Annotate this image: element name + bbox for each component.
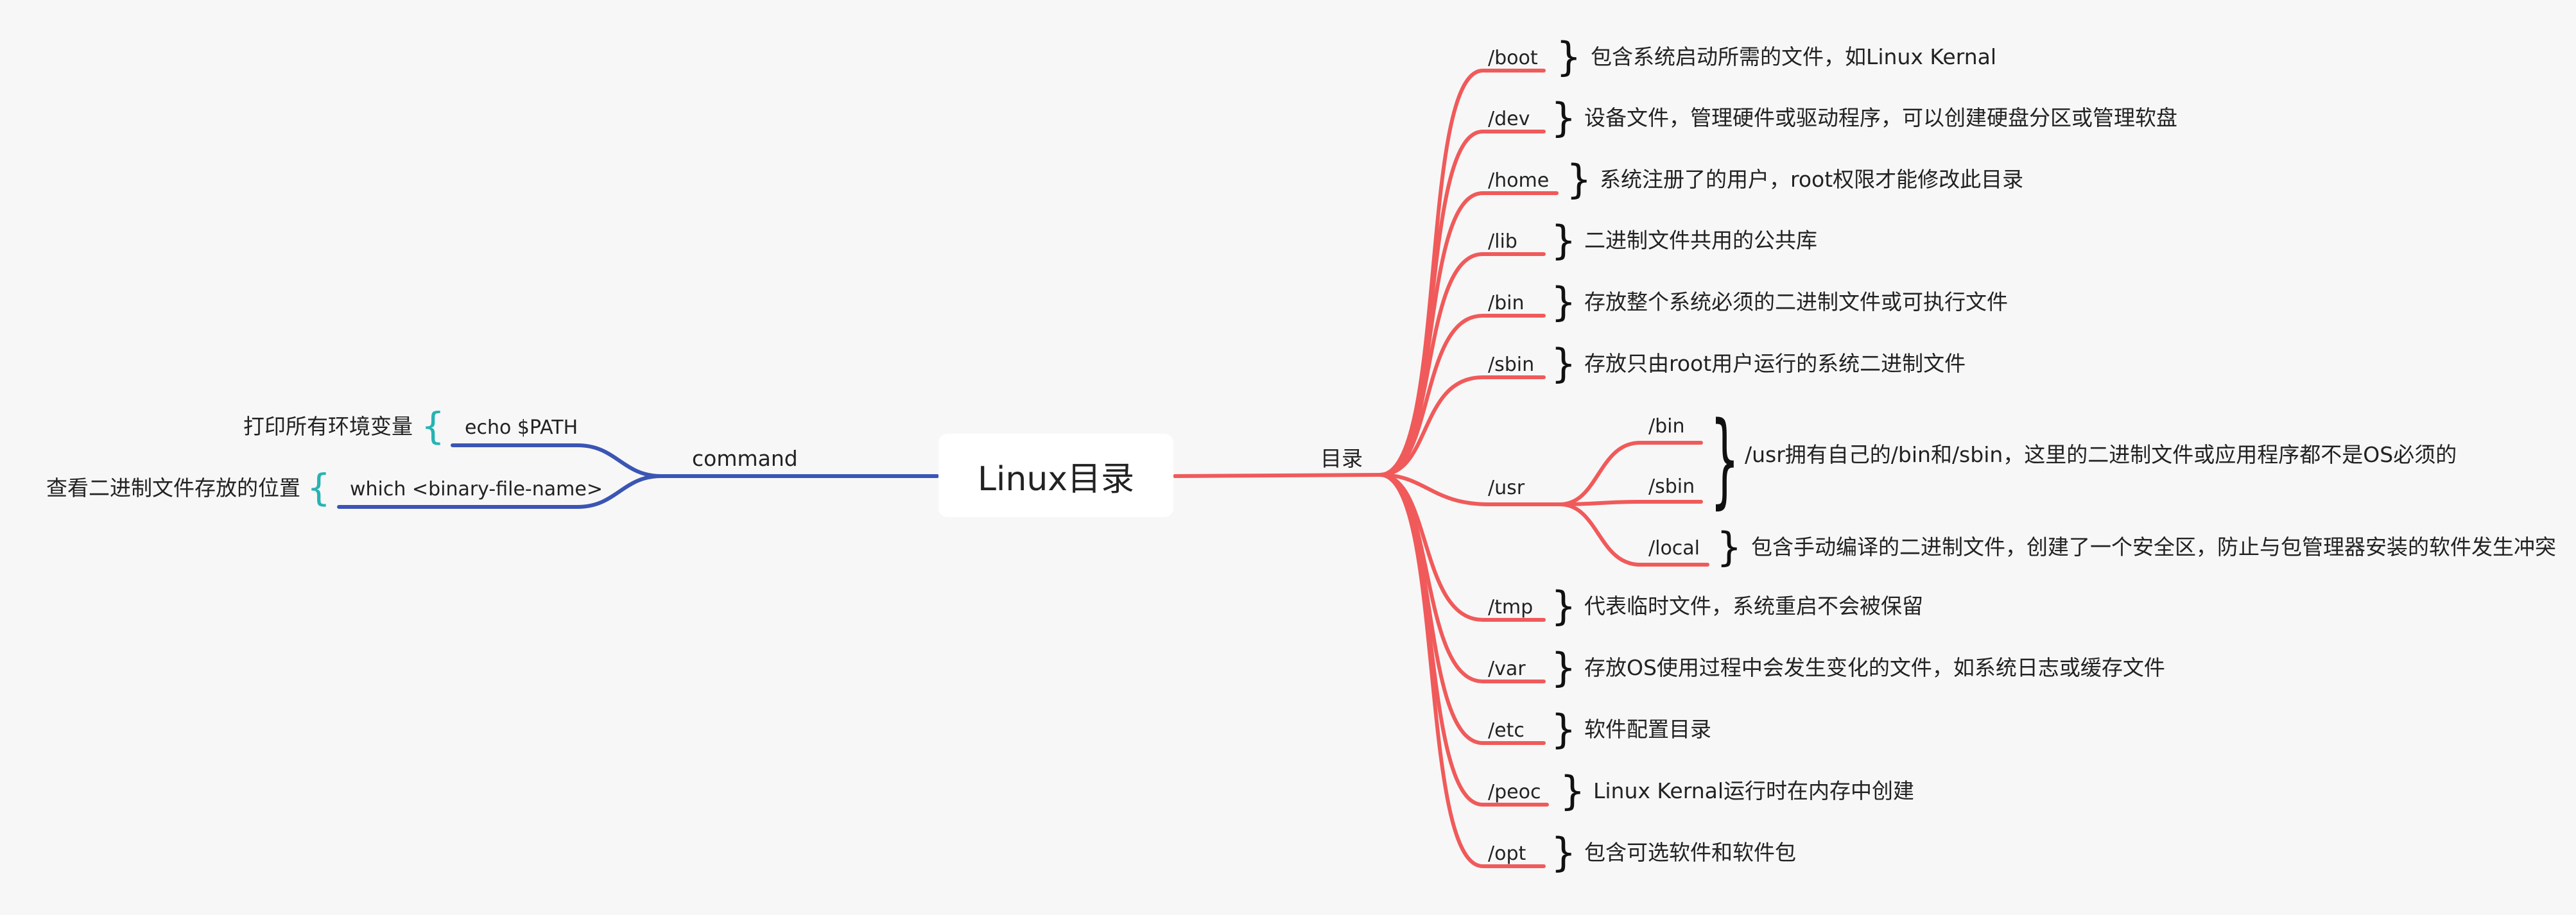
dir-label: /tmp	[1488, 596, 1534, 619]
dir-desc: 存放只由root用户运行的系统二进制文件	[1584, 351, 1966, 376]
dir-label: /boot	[1488, 47, 1538, 69]
brace: }	[1551, 706, 1577, 753]
dir-label: /home	[1488, 169, 1550, 192]
command-label: command	[692, 446, 798, 471]
usr-local-desc: 包含手动编译的二进制文件，创建了一个安全区，防止与包管理器安装的软件发生冲突	[1751, 534, 2556, 560]
brace: }	[1551, 94, 1577, 141]
edge-root-to-mulu	[1173, 473, 1382, 478]
dir-desc: 存放整个系统必须的二进制文件或可执行文件	[1584, 289, 2008, 314]
dir-label: /bin	[1488, 292, 1525, 314]
dir-desc: 包含系统启动所需的文件，如Linux Kernal	[1591, 44, 1996, 69]
brace: }	[1556, 33, 1582, 80]
dir-desc: 包含可选软件和软件包	[1584, 840, 1796, 865]
dir-label: /peoc	[1488, 781, 1541, 803]
dir-label: /opt	[1488, 842, 1526, 865]
usr-sbin-label: /sbin	[1648, 475, 1695, 498]
desc-echo: 打印所有环境变量	[243, 414, 413, 439]
dir-desc: 系统注册了的用户，root权限才能修改此目录	[1600, 167, 2024, 192]
dir-label: /etc	[1488, 719, 1525, 742]
usr-group-desc: /usr拥有自己的/bin和/sbin，这里的二进制文件或应用程序都不是OS必须…	[1745, 442, 2457, 467]
edge-usr-sbin	[1558, 500, 1703, 506]
brace: }	[1551, 217, 1577, 264]
brace: }	[1566, 156, 1592, 203]
edge-home	[1378, 191, 1559, 477]
command-echo: echo $PATH	[465, 416, 578, 439]
root-node: Linux目录	[938, 434, 1173, 517]
brace: }	[1551, 829, 1577, 876]
brace: }	[1560, 767, 1586, 814]
dir-desc: 代表临时文件，系统重启不会被保留	[1584, 594, 1923, 619]
usr-group-brace: }	[1710, 399, 1740, 519]
dir-desc: 设备文件，管理硬件或驱动程序，可以创建硬盘分区或管理软盘	[1584, 105, 2177, 130]
brace: }	[1551, 278, 1577, 325]
edge-peoc	[1378, 473, 1549, 807]
brace-which: {	[307, 466, 331, 509]
dir-desc: 二进制文件共用的公共库	[1584, 228, 1817, 253]
dir-label: /sbin	[1488, 354, 1535, 376]
brace: }	[1551, 583, 1577, 629]
edge-echo	[451, 443, 663, 478]
brace: }	[1551, 340, 1577, 387]
desc-which: 查看二进制文件存放的位置	[46, 475, 300, 500]
brace: }	[1551, 644, 1577, 691]
root-label: Linux目录	[977, 459, 1135, 499]
usr-bin-label: /bin	[1648, 415, 1685, 438]
dir-desc: 软件配置目录	[1584, 717, 1711, 742]
command-which: which <binary-file-name>	[350, 478, 603, 500]
usr-local-label: /local	[1648, 537, 1700, 560]
dir-desc: 存放OS使用过程中会发生变化的文件，如系统日志或缓存文件	[1584, 655, 2165, 680]
usr-local-brace: }	[1716, 524, 1742, 570]
brace-echo: {	[421, 404, 445, 448]
dir-label: /dev	[1488, 108, 1530, 130]
dir-label: /lib	[1488, 230, 1517, 253]
dir-label: /var	[1488, 658, 1526, 680]
dir-label: /usr	[1488, 477, 1525, 499]
mulu-label: 目录	[1320, 446, 1363, 471]
dir-desc: Linux Kernal运行时在内存中创建	[1593, 778, 1914, 803]
